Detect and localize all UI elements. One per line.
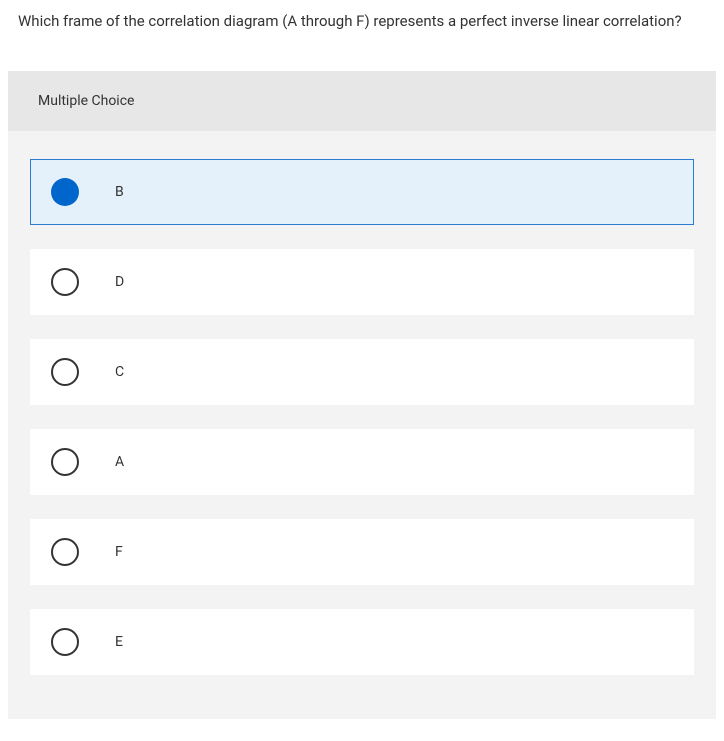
quiz-container: Multiple Choice B D C A F E [8,71,716,719]
option-b[interactable]: B [30,159,694,225]
options-list: B D C A F E [8,131,716,675]
option-label: D [115,274,124,290]
radio-icon [51,268,79,296]
option-label: E [115,634,123,650]
radio-icon [51,358,79,386]
radio-icon [51,628,79,656]
option-c[interactable]: C [30,339,694,405]
option-label: B [115,184,124,200]
option-d[interactable]: D [30,249,694,315]
question-text: Which frame of the correlation diagram (… [0,0,724,49]
radio-selected-icon [51,178,79,206]
option-label: F [115,544,123,560]
radio-icon [51,448,79,476]
radio-icon [51,538,79,566]
section-title: Multiple Choice [8,71,716,131]
option-label: A [115,454,124,470]
option-e[interactable]: E [30,609,694,675]
option-a[interactable]: A [30,429,694,495]
option-f[interactable]: F [30,519,694,585]
option-label: C [115,364,124,380]
